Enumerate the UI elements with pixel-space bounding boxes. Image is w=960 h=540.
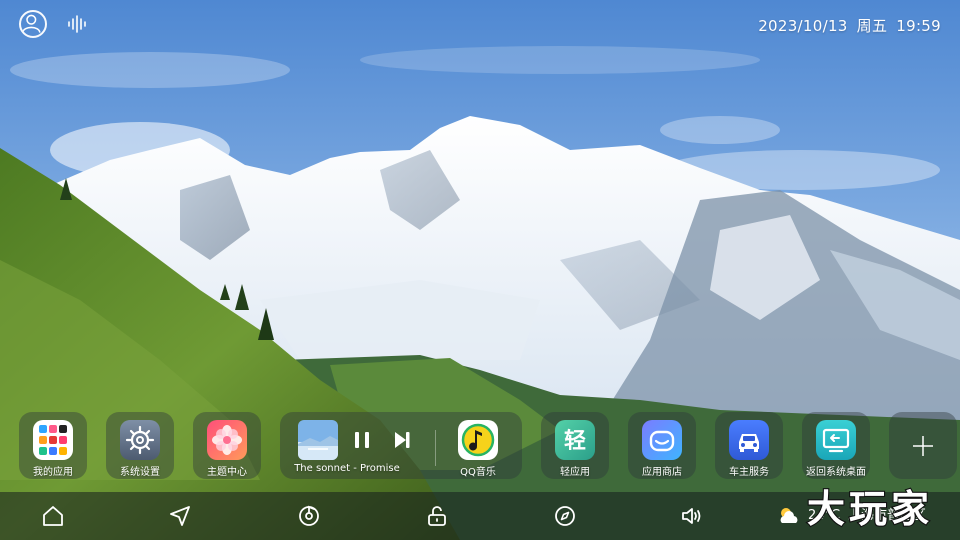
dock-app-label: 系统设置: [120, 467, 160, 478]
dock-app-system-settings[interactable]: 系统设置: [106, 412, 174, 479]
gear-icon: [120, 420, 160, 460]
song-title: The sonnet - Promise: [294, 463, 400, 474]
volume-icon[interactable]: [680, 504, 704, 528]
dock-app-car-owner-service[interactable]: 车主服务: [715, 412, 783, 479]
dock-app-label: 我的应用: [33, 467, 73, 478]
app-grid-icon: [33, 420, 73, 460]
home-icon[interactable]: [41, 504, 65, 528]
watermark-logo: 大玩家: [806, 486, 933, 532]
car-icon: [729, 420, 769, 460]
status-datetime: 2023/10/13 周五 19:59: [758, 15, 941, 36]
music-disc-icon[interactable]: [297, 504, 321, 528]
qq-music-label: QQ音乐: [460, 467, 496, 478]
voice-wave-icon[interactable]: [66, 13, 88, 35]
dock-app-theme-center[interactable]: 主题中心: [193, 412, 261, 479]
pause-icon[interactable]: [352, 430, 372, 450]
user-avatar-icon[interactable]: [19, 10, 47, 38]
store-icon: [642, 420, 682, 460]
dock-app-app-store[interactable]: 应用商店: [628, 412, 696, 479]
qq-music-icon[interactable]: [458, 420, 498, 460]
status-date: 2023/10/13: [758, 17, 848, 35]
navigation-arrow-icon[interactable]: [168, 504, 192, 528]
flower-icon: [207, 420, 247, 460]
watermark-text: 大玩家: [807, 487, 933, 531]
unlock-icon[interactable]: [425, 504, 449, 528]
return-desktop-icon: [816, 420, 856, 460]
dock-app-label: 返回系统桌面: [806, 467, 866, 478]
lite-app-glyph: 轻: [564, 428, 586, 454]
album-art-icon[interactable]: [298, 420, 338, 460]
status-weekday: 周五: [856, 17, 888, 35]
dock-app-lite-apps[interactable]: 轻 轻应用: [541, 412, 609, 479]
lite-app-icon: 轻: [555, 420, 595, 460]
status-time: 19:59: [896, 17, 941, 35]
next-track-icon[interactable]: [392, 430, 412, 450]
dock-app-label: 轻应用: [560, 467, 590, 478]
compass-icon[interactable]: [553, 504, 577, 528]
dock-app-my-apps[interactable]: 我的应用: [19, 412, 87, 479]
dock-app-label: 主题中心: [207, 467, 247, 478]
music-player-widget[interactable]: The sonnet - Promise QQ音乐: [280, 412, 522, 479]
add-app-button[interactable]: [889, 412, 957, 479]
plus-icon: [911, 434, 935, 458]
divider: [435, 430, 436, 466]
dock-app-return-desktop[interactable]: 返回系统桌面: [802, 412, 870, 479]
dock-app-label: 车主服务: [729, 467, 769, 478]
dock-app-label: 应用商店: [642, 467, 682, 478]
